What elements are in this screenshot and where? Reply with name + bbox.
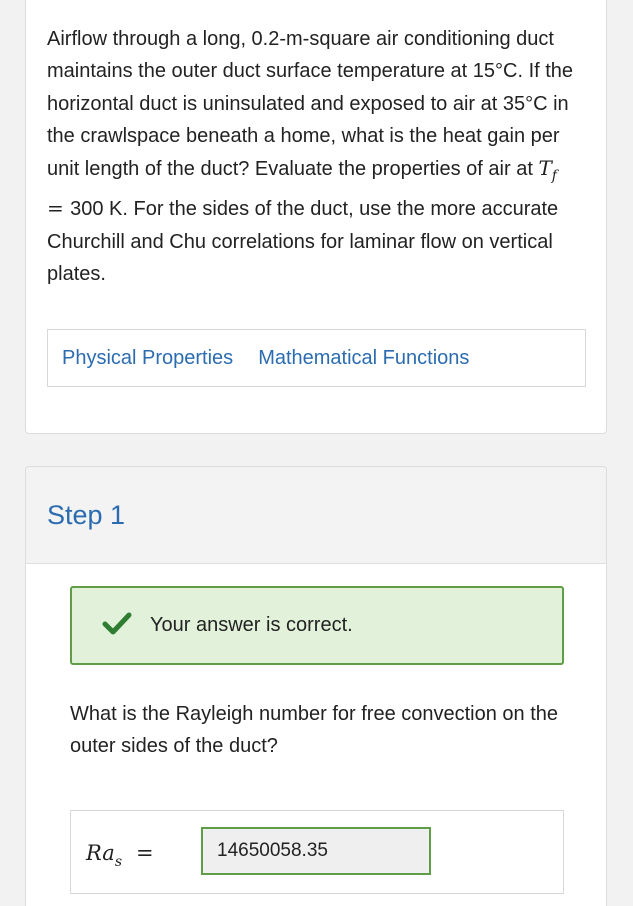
step-header: Step 1 xyxy=(26,467,606,564)
problem-card: Airflow through a long, 0.2-m-square air… xyxy=(25,0,607,434)
math-subscript: f xyxy=(551,168,557,185)
check-icon xyxy=(102,612,132,635)
physical-properties-link[interactable]: Physical Properties xyxy=(62,347,233,370)
answer-label-variable: Ra xyxy=(86,841,115,865)
math-equals: = xyxy=(47,196,71,221)
math-value: 300 K xyxy=(70,198,123,221)
rayleigh-number-input[interactable] xyxy=(201,827,431,875)
answer-label-equals: = xyxy=(136,841,154,865)
problem-text-part2: . For the sides of the duct, use the mor… xyxy=(47,198,559,286)
step-card: Step 1 Your answer is correct. What is t… xyxy=(25,466,607,906)
feedback-correct-banner: Your answer is correct. xyxy=(70,586,564,665)
feedback-text: Your answer is correct. xyxy=(150,614,353,636)
answer-row: Ras = xyxy=(70,810,564,894)
page: Airflow through a long, 0.2-m-square air… xyxy=(0,0,633,906)
step-title: Step 1 xyxy=(47,500,126,530)
problem-text-part1: Airflow through a long, 0.2-m-square air… xyxy=(47,28,574,181)
question-text: What is the Rayleigh number for free con… xyxy=(70,703,559,757)
mathematical-functions-link[interactable]: Mathematical Functions xyxy=(258,347,469,370)
resource-links: Physical Properties Mathematical Functio… xyxy=(47,329,586,387)
math-variable: T xyxy=(538,156,552,181)
problem-statement: Airflow through a long, 0.2-m-square air… xyxy=(47,23,577,290)
answer-label-subscript: s xyxy=(114,854,123,870)
answer-label: Ras = xyxy=(86,841,154,870)
